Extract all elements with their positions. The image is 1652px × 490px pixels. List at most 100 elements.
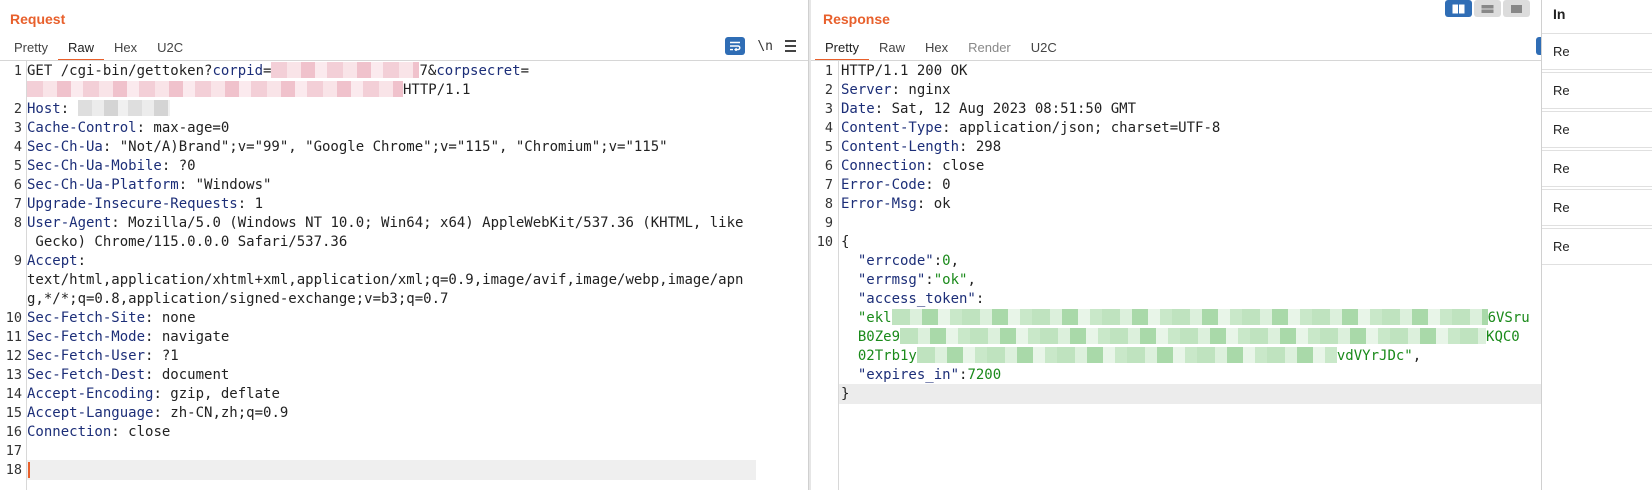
field-value: : 1 xyxy=(237,196,264,212)
split-columns-icon[interactable] xyxy=(1445,0,1472,17)
line-number: 5 xyxy=(13,158,22,174)
newline-toggle-button[interactable]: \n xyxy=(757,39,773,54)
response-pane: Response PrettyRawHexRenderU2C \n 1HTTP/… xyxy=(811,0,1619,490)
field-value: : xyxy=(77,253,87,269)
inspector-row-label: Re xyxy=(1553,239,1570,254)
code-line: Gecko) Chrome/115.0.0.0 Safari/537.36 xyxy=(0,232,808,251)
inspector-panel: In Re Re Re Re Re Re xyxy=(1541,0,1652,490)
field-value: vdVYrJDc" xyxy=(1336,348,1413,364)
inspector-row[interactable]: Re xyxy=(1542,228,1652,265)
code-line: 2 Host: xyxy=(0,99,808,118)
field-name: "expires_in" xyxy=(857,367,960,383)
field-value: "ok" xyxy=(933,272,968,288)
split-rows-icon[interactable] xyxy=(1474,0,1501,17)
line-number: 17 xyxy=(5,443,22,459)
line-number: 4 xyxy=(824,120,833,136)
line-number: 8 xyxy=(824,196,833,212)
field-name: User-Agent xyxy=(27,215,112,231)
field-name: Sec-Fetch-Mode xyxy=(27,329,146,345)
inspector-row[interactable]: Re xyxy=(1542,150,1652,187)
tab-u2c[interactable]: U2C xyxy=(147,37,193,61)
inspector-row[interactable]: Re xyxy=(1542,33,1652,70)
tab-render[interactable]: Render xyxy=(958,37,1021,61)
line-text: Error-Msg: ok xyxy=(841,194,1609,214)
tab-raw[interactable]: Raw xyxy=(869,37,915,61)
tab-raw[interactable]: Raw xyxy=(57,37,104,61)
line-number: 1 xyxy=(824,63,833,79)
field-value: , xyxy=(950,253,960,269)
field-name: Content-Type xyxy=(841,120,943,136)
redacted-value xyxy=(900,328,1487,344)
field-value: HTTP/1.1 200 OK xyxy=(841,63,968,79)
line-number: 7 xyxy=(13,196,22,212)
field-value: : zh-CN,zh;q=0.9 xyxy=(153,405,289,421)
field-name: Upgrade-Insecure-Requests xyxy=(27,196,238,212)
line-text: g,*/*;q=0.8,application/signed-exchange;… xyxy=(27,289,798,309)
inspector-row[interactable]: Re xyxy=(1542,72,1652,109)
inspector-row[interactable]: Re xyxy=(1542,111,1652,148)
single-pane-icon[interactable] xyxy=(1503,0,1530,17)
tab-hex[interactable]: Hex xyxy=(915,37,958,61)
code-line: 3 Date: Sat, 12 Aug 2023 08:51:50 GMT xyxy=(811,99,1619,118)
field-value: : "Windows" xyxy=(178,177,272,193)
inspector-row-label: Re xyxy=(1553,44,1570,59)
request-editor[interactable]: 1 GET /cgi-bin/gettoken?corpid= 7&corpsecr… xyxy=(0,61,808,490)
field-name: Accept xyxy=(27,253,78,269)
line-text: 02Trb1y vdVYrJDc", xyxy=(841,346,1609,366)
field-value: : "Not/A)Brand";v="99", "Google Chrome";… xyxy=(102,139,668,155)
field-value: : xyxy=(60,101,78,117)
code-line: 02Trb1y vdVYrJDc", xyxy=(811,346,1619,365)
code-line: HTTP/1.1 xyxy=(0,80,808,99)
tab-pretty[interactable]: Pretty xyxy=(815,37,869,61)
line-text: Host: xyxy=(27,99,798,119)
code-line: 8 User-Agent: Mozilla/5.0 (Windows NT 10.… xyxy=(0,213,808,232)
line-text: Sec-Ch-Ua-Mobile: ?0 xyxy=(27,156,798,176)
code-line: 2 Server: nginx xyxy=(811,80,1619,99)
line-text: "errcode":0, xyxy=(841,251,1609,271)
tab-pretty[interactable]: Pretty xyxy=(4,37,58,61)
field-name: Error-Msg xyxy=(841,196,917,212)
wrap-text-icon[interactable] xyxy=(725,37,746,55)
line-number: 1 xyxy=(13,63,22,79)
tab-hex[interactable]: Hex xyxy=(104,37,147,61)
line-number: 6 xyxy=(13,177,22,193)
inspector-row[interactable]: Re xyxy=(1542,189,1652,226)
line-text: Sec-Fetch-Dest: document xyxy=(27,365,798,385)
field-name: corpsecret xyxy=(436,63,521,79)
field-value: : close xyxy=(925,158,985,174)
code-line: 3 Cache-Control: max-age=0 xyxy=(0,118,808,137)
code-line: 7 Upgrade-Insecure-Requests: 1 xyxy=(0,194,808,213)
redacted-value xyxy=(271,62,420,78)
field-value: 7200 xyxy=(967,367,1002,383)
field-value xyxy=(841,329,858,345)
field-value: : 298 xyxy=(959,139,1002,155)
tab-u2c[interactable]: U2C xyxy=(1021,37,1067,61)
line-text: User-Agent: Mozilla/5.0 (Windows NT 10.0… xyxy=(27,213,798,233)
line-text: "errmsg":"ok", xyxy=(841,270,1609,290)
code-line: 4 Sec-Ch-Ua: "Not/A)Brand";v="99", "Googl… xyxy=(0,137,808,156)
line-number: 2 xyxy=(13,101,22,117)
line-number: 2 xyxy=(824,82,833,98)
field-value: : xyxy=(975,291,985,307)
field-value: 7& xyxy=(419,63,437,79)
line-number: 7 xyxy=(824,177,833,193)
field-value: 6VSru xyxy=(1487,310,1530,326)
response-editor[interactable]: 1 HTTP/1.1 200 OK 2 Server: nginx 3 Date: Sat… xyxy=(811,61,1619,490)
field-name: Sec-Ch-Ua-Mobile xyxy=(27,158,162,174)
code-line: g,*/*;q=0.8,application/signed-exchange;… xyxy=(0,289,808,308)
request-pane: Request Pretty Raw Hex U2C \n 1 GET /cgi-bin… xyxy=(0,0,808,490)
field-value xyxy=(841,272,858,288)
response-title: Response xyxy=(823,11,890,27)
code-line: 1 HTTP/1.1 200 OK xyxy=(811,61,1619,80)
field-value: : ok xyxy=(916,196,951,212)
field-value: : nginx xyxy=(891,82,951,98)
code-line: 16 Connection: close xyxy=(0,422,808,441)
line-text: B0Ze9 KQC0 xyxy=(841,327,1609,347)
hamburger-menu-icon[interactable] xyxy=(785,40,796,52)
line-number: 9 xyxy=(824,215,833,231)
line-text: text/html,application/xhtml+xml,applicat… xyxy=(27,270,798,290)
code-line: 4 Content-Type: application/json; charset… xyxy=(811,118,1619,137)
code-line: "access_token": xyxy=(811,289,1619,308)
field-name: Server xyxy=(841,82,892,98)
field-value xyxy=(841,291,858,307)
